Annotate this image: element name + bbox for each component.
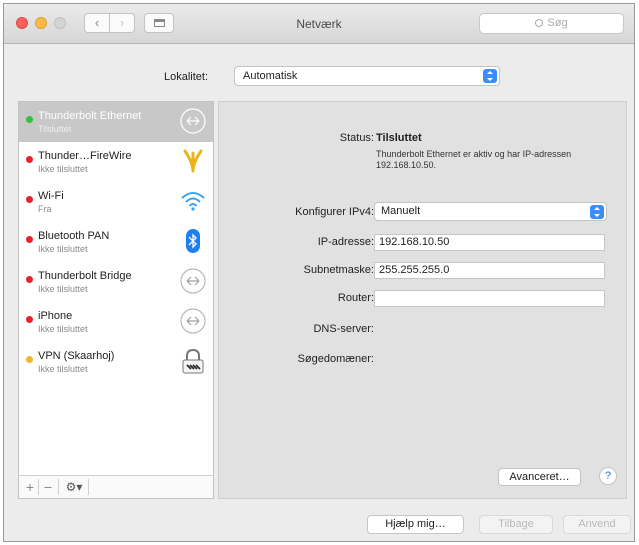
service-name: Thunderbolt Ethernet: [38, 110, 142, 122]
ip-address-label: IP-adresse:: [317, 236, 374, 248]
service-list: Thunderbolt Ethernet Tilsluttet Thunder……: [18, 101, 214, 499]
status-dot: [26, 316, 33, 323]
revert-button[interactable]: Tilbage: [479, 515, 553, 534]
arrows-icon: [180, 108, 206, 134]
service-details-panel: Status: Tilsluttet Thunderbolt Ethernet …: [218, 101, 627, 499]
gear-menu-button[interactable]: ⚙▾: [63, 480, 85, 494]
toolbar-divider: [88, 479, 89, 495]
status-dot: [26, 196, 33, 203]
location-label: Lokalitet:: [164, 71, 209, 83]
configure-ipv4-select[interactable]: Manuelt: [374, 202, 607, 221]
dns-server-label: DNS-server:: [313, 323, 374, 335]
ip-address-field[interactable]: 192.168.10.50: [374, 234, 605, 251]
assist-me-button[interactable]: Hjælp mig…: [367, 515, 464, 534]
service-item-thunderbolt-bridge[interactable]: Thunderbolt Bridge Ikke tilsluttet: [19, 262, 213, 302]
search-icon: [535, 19, 544, 27]
service-status: Ikke tilsluttet: [38, 284, 88, 294]
service-name: VPN (Skaarhoj): [38, 350, 115, 362]
router-label: Router:: [337, 292, 374, 304]
service-status: Ikke tilsluttet: [38, 164, 88, 174]
remove-service-button[interactable]: −: [41, 480, 55, 494]
configure-ipv4-value: Manuelt: [381, 205, 421, 217]
service-status: Ikke tilsluttet: [38, 324, 88, 334]
service-name: Wi-Fi: [38, 190, 64, 202]
search-placeholder: Søg: [547, 17, 568, 29]
bluetooth-icon: [186, 229, 200, 253]
arrows-icon: [180, 268, 206, 294]
apply-button[interactable]: Anvend: [563, 515, 631, 534]
help-button[interactable]: ?: [599, 467, 617, 485]
status-dot: [26, 236, 33, 243]
arrows-icon: [180, 308, 206, 334]
select-stepper-icon: [483, 69, 497, 83]
status-dot: [26, 116, 33, 123]
network-preferences-window: ‹ › Netværk Søg Lokalitet: Automatisk Th…: [3, 3, 635, 542]
select-stepper-icon: [590, 205, 604, 219]
service-item-wifi[interactable]: Wi-Fi Fra: [19, 182, 213, 222]
toolbar-divider: [58, 479, 59, 495]
service-list-toolbar: + − ⚙▾: [19, 475, 213, 498]
vpn-lock-icon: [182, 348, 204, 374]
status-description: Thunderbolt Ethernet er aktiv og har IP-…: [376, 149, 572, 170]
service-name: Bluetooth PAN: [38, 230, 110, 242]
service-item-iphone[interactable]: iPhone Ikke tilsluttet: [19, 302, 213, 342]
subnet-mask-label: Subnetmaske:: [303, 264, 374, 276]
service-item-thunderbolt-ethernet[interactable]: Thunderbolt Ethernet Tilsluttet: [19, 102, 213, 142]
toolbar-divider: [38, 479, 39, 495]
search-domains-label: Søgedomæner:: [297, 353, 374, 365]
advanced-button[interactable]: Avanceret…: [498, 468, 581, 486]
location-select[interactable]: Automatisk: [234, 66, 500, 86]
service-name: Thunderbolt Bridge: [38, 270, 132, 282]
wifi-icon: [181, 192, 205, 211]
service-name: Thunder…FireWire: [38, 150, 132, 162]
firewire-icon: [183, 149, 203, 173]
status-dot: [26, 276, 33, 283]
service-status: Ikke tilsluttet: [38, 244, 88, 254]
service-item-bluetooth-pan[interactable]: Bluetooth PAN Ikke tilsluttet: [19, 222, 213, 262]
service-status: Ikke tilsluttet: [38, 364, 88, 374]
status-dot: [26, 156, 33, 163]
status-label: Status:: [339, 132, 374, 144]
service-item-thunderbolt-firewire[interactable]: Thunder…FireWire Ikke tilsluttet: [19, 142, 213, 182]
service-status: Tilsluttet: [38, 124, 72, 134]
router-field[interactable]: [374, 290, 605, 307]
service-name: iPhone: [38, 310, 73, 322]
location-value: Automatisk: [243, 70, 298, 82]
status-value: Tilsluttet: [376, 132, 422, 144]
service-item-vpn-skaarhoj[interactable]: VPN (Skaarhoj) Ikke tilsluttet: [19, 342, 213, 382]
configure-ipv4-label: Konfigurer IPv4:: [295, 206, 374, 218]
service-status: Fra: [38, 204, 52, 214]
title-bar: ‹ › Netværk Søg: [4, 4, 634, 44]
subnet-mask-field[interactable]: 255.255.255.0: [374, 262, 605, 279]
add-service-button[interactable]: +: [23, 480, 37, 494]
search-field[interactable]: Søg: [479, 13, 624, 34]
status-dot: [26, 356, 33, 363]
